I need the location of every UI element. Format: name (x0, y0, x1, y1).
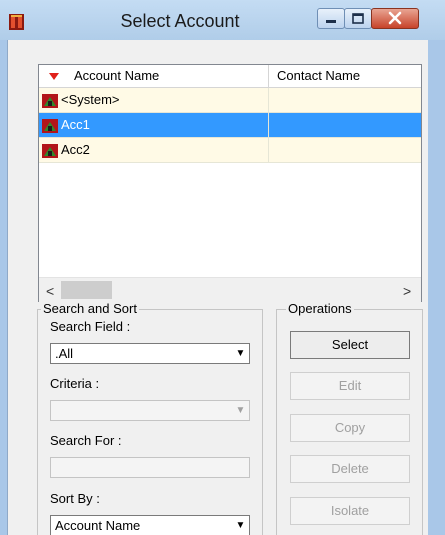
sort-by-value: Account Name (55, 518, 141, 533)
search-and-sort-group: Search and Sort Search Field : .All ▼ Cr… (37, 301, 263, 535)
table-row[interactable]: <System> (39, 88, 421, 113)
isolate-button[interactable]: Isolate (290, 497, 410, 525)
sort-descending-icon (49, 73, 59, 80)
search-and-sort-legend: Search and Sort (41, 301, 139, 316)
grid-header: Account Name Contact Name (39, 65, 421, 88)
minimize-button[interactable] (317, 8, 345, 29)
operations-group: Operations Select Edit Copy Delete Isola… (276, 301, 423, 535)
table-row[interactable]: Acc1 (39, 113, 421, 138)
title-bar[interactable]: Select Account (0, 0, 445, 40)
contact-name-cell (269, 138, 421, 162)
search-for-input[interactable] (50, 457, 250, 478)
column-header-contact-name-label: Contact Name (277, 68, 361, 83)
account-name-text: Acc1 (61, 117, 90, 132)
accounts-grid: Account Name Contact Name <System> Acc1 … (38, 64, 422, 302)
horizontal-scrollbar[interactable]: < > (39, 277, 421, 302)
sort-by-label: Sort By : (50, 491, 100, 506)
search-field-dropdown[interactable]: .All ▼ (50, 343, 250, 364)
scrollbar-thumb[interactable] (61, 281, 112, 299)
maximize-icon (352, 13, 364, 24)
delete-button[interactable]: Delete (290, 455, 410, 483)
search-field-value: .All (55, 346, 74, 361)
select-account-window: Select Account Account Name Contact Name… (0, 0, 445, 535)
search-for-label: Search For : (50, 433, 122, 448)
search-field-label: Search Field : (50, 319, 131, 334)
select-button[interactable]: Select (290, 331, 410, 359)
window-title: Select Account (120, 11, 240, 31)
dropdown-arrow-icon: ▼ (235, 348, 246, 359)
account-name-text: Acc2 (61, 142, 90, 157)
dropdown-arrow-icon: ▼ (235, 405, 246, 416)
scroll-left-icon[interactable]: < (46, 283, 54, 299)
minimize-icon (326, 20, 336, 23)
column-header-contact-name[interactable]: Contact Name (269, 65, 421, 87)
maximize-button[interactable] (344, 8, 372, 29)
account-name-cell: <System> (39, 88, 269, 112)
account-icon (42, 144, 58, 158)
contact-name-cell (269, 113, 421, 137)
scroll-right-icon[interactable]: > (403, 283, 411, 299)
account-name-text: <System> (61, 92, 120, 107)
account-icon (42, 94, 58, 108)
edit-button[interactable]: Edit (290, 372, 410, 400)
contact-name-cell (269, 88, 421, 112)
close-button[interactable] (371, 8, 419, 29)
copy-button[interactable]: Copy (290, 414, 410, 442)
column-header-account-name[interactable]: Account Name (39, 65, 269, 87)
account-icon (42, 119, 58, 133)
operations-legend: Operations (286, 301, 354, 316)
sort-by-dropdown[interactable]: Account Name ▼ (50, 515, 250, 535)
account-name-cell: Acc1 (39, 113, 269, 137)
dialog-client-area: Account Name Contact Name <System> Acc1 … (7, 40, 428, 535)
account-name-cell: Acc2 (39, 138, 269, 162)
column-header-account-name-label: Account Name (74, 68, 160, 83)
app-icon (9, 14, 24, 30)
criteria-dropdown[interactable]: ▼ (50, 400, 250, 421)
close-icon (388, 11, 402, 25)
criteria-label: Criteria : (50, 376, 100, 391)
dropdown-arrow-icon: ▼ (235, 520, 246, 531)
table-row[interactable]: Acc2 (39, 138, 421, 163)
